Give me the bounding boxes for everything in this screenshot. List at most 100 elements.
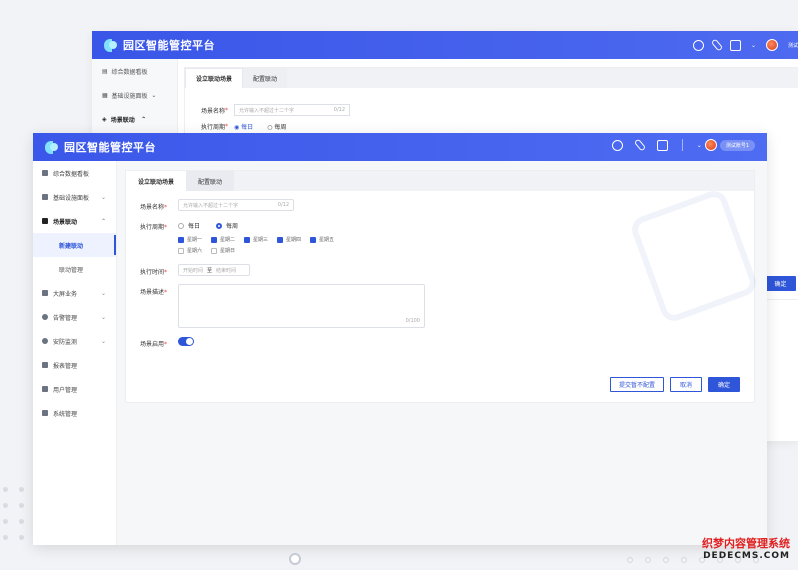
checkbox-thursday[interactable]: 星期四 <box>277 236 310 243</box>
back-radio-weekly[interactable]: ○ 每周 <box>267 122 286 131</box>
sidebar-item-alarm[interactable]: 告警管理 ⌄ <box>33 305 116 329</box>
checkbox-wednesday[interactable]: 星期三 <box>244 236 277 243</box>
row-weekdays: 星期一 星期二 星期三 星期四 星期五 星期六 星期日 <box>140 236 740 254</box>
sidebar-item-reports[interactable]: 报表管理 <box>33 353 116 377</box>
scene-name-input[interactable]: 允许输入不超过十二个字 0/12 <box>178 199 294 211</box>
label-desc: 场景描述* <box>140 289 168 296</box>
back-nav-item-dashboard[interactable]: ▤ 综合数据看板 <box>92 59 177 83</box>
sidebar-item-linkage-manage[interactable]: 联动管理 <box>33 257 116 281</box>
chevron-down-icon: ⌄ <box>100 289 106 297</box>
row-scene-name: 场景名称* 允许输入不超过十二个字 0/12 <box>140 199 740 211</box>
row-enable: 场景启用* <box>140 336 740 348</box>
form-actions: 提交暂不配置 取消 确定 <box>610 377 740 392</box>
save-draft-button[interactable]: 提交暂不配置 <box>610 377 664 392</box>
app-title: 园区智能管控平台 <box>64 141 156 154</box>
report-icon <box>42 362 48 368</box>
tab-setup-scene[interactable]: 设立联动场景 <box>126 171 187 191</box>
weekday-checkboxes: 星期一 星期二 星期三 星期四 星期五 星期六 星期日 <box>178 236 343 254</box>
back-radio-daily[interactable]: ◉ 每日 <box>234 122 253 131</box>
checkbox-friday[interactable]: 星期五 <box>310 236 343 243</box>
dashboard-icon <box>42 170 48 176</box>
back-row-scene-name: 场景名称 * 允许输入不超过十二个字 0/12 <box>185 104 798 116</box>
chevron-down-icon: ⌄ <box>100 313 106 321</box>
back-user-name[interactable]: 测试 <box>788 42 798 49</box>
link-icon[interactable] <box>633 138 646 152</box>
user-name[interactable]: 测试账号1 <box>719 139 755 151</box>
back-tab-config[interactable]: 配置联动 <box>243 68 288 88</box>
cancel-button[interactable]: 取消 <box>670 377 702 392</box>
back-tab-setup[interactable]: 设立联动场景 <box>185 68 244 88</box>
back-logo-icon <box>104 38 117 52</box>
avatar[interactable] <box>704 139 717 151</box>
sidebar-item-system[interactable]: 系统管理 <box>33 401 116 425</box>
toolbar-divider <box>681 139 683 151</box>
back-label-period: 执行周期 <box>201 124 226 131</box>
back-message-icon[interactable] <box>692 39 704 51</box>
main-window: 园区智能管控平台 ⌄ 测试账号1 综合数据看板 基础设施面板 ⌄ 场景联动 ⌃ 新建… <box>33 133 767 545</box>
watermark-en: DEDECMS.COM <box>703 551 790 561</box>
system-icon <box>42 410 48 416</box>
radio-daily[interactable]: 每日 <box>178 221 200 230</box>
scene-name-placeholder: 允许输入不超过十二个字 <box>183 202 239 209</box>
checkbox-sunday[interactable]: 星期日 <box>211 247 244 254</box>
label-period: 执行周期* <box>140 224 168 231</box>
checkbox-monday[interactable]: 星期一 <box>178 236 211 243</box>
back-avatar[interactable] <box>765 39 778 51</box>
enable-toggle[interactable] <box>178 337 194 346</box>
back-app-title: 园区智能管控平台 <box>123 39 215 52</box>
sidebar: 综合数据看板 基础设施面板 ⌄ 场景联动 ⌃ 新建联动 联动管理 大屏业务 ⌄ 告警管… <box>33 161 117 545</box>
end-time[interactable]: 结束时间 <box>216 267 236 274</box>
toolbar: ⌄ 测试账号1 <box>611 138 755 152</box>
back-screen-icon[interactable] <box>729 39 741 51</box>
user-menu[interactable]: ⌄ 测试账号1 <box>697 139 755 151</box>
site-watermark: 织梦内容管理系统 DEDECMS.COM <box>702 538 790 562</box>
label-time: 执行时间* <box>140 269 168 276</box>
label-scene-name: 场景名称* <box>140 204 168 211</box>
alarm-icon <box>42 314 48 320</box>
start-time[interactable]: 开始时间 <box>183 267 203 274</box>
row-desc: 场景描述* 0/100 <box>140 284 740 328</box>
sidebar-item-bigscreen[interactable]: 大屏业务 ⌄ <box>33 281 116 305</box>
back-scene-name-input[interactable]: 允许输入不超过十二个字 0/12 <box>234 104 351 116</box>
user-icon <box>42 386 48 392</box>
message-icon[interactable] <box>611 139 623 151</box>
scene-name-count: 0/12 <box>277 202 289 208</box>
tab-config-linkage[interactable]: 配置联动 <box>186 171 235 191</box>
radio-weekly-circle[interactable] <box>216 222 223 229</box>
row-period: 执行周期* 每日 每周 <box>140 219 740 231</box>
back-nav-item-linkage[interactable]: ◈ 场景联动 ⌃ <box>92 107 177 131</box>
main-panel: 设立联动场景 配置联动 场景名称* 允许输入不超过十二个字 0/12 执行周期*… <box>125 170 760 403</box>
infrastructure-icon <box>42 194 48 200</box>
back-toolbar: ⌄ 测试 <box>692 38 798 52</box>
label-enable: 场景启用* <box>140 341 168 348</box>
radio-weekly[interactable]: 每周 <box>216 221 238 230</box>
confirm-button[interactable]: 确定 <box>708 377 740 392</box>
bigscreen-icon <box>42 290 48 296</box>
screen-icon[interactable] <box>656 139 668 151</box>
security-icon <box>42 338 48 344</box>
sidebar-item-infrastructure[interactable]: 基础设施面板 ⌄ <box>33 185 116 209</box>
chevron-up-icon: ⌃ <box>100 217 106 225</box>
carousel-handle[interactable] <box>289 553 301 565</box>
checkbox-tuesday[interactable]: 星期二 <box>211 236 244 243</box>
back-chevron-down-icon[interactable]: ⌄ <box>751 42 756 49</box>
back-row-period: 执行周期 * ◉ 每日 ○ 每周 <box>201 122 287 131</box>
chevron-down-icon[interactable]: ⌄ <box>697 142 702 149</box>
back-link-icon[interactable] <box>710 38 724 52</box>
sidebar-item-new-linkage[interactable]: 新建联动 <box>33 233 116 257</box>
sidebar-item-scene-linkage[interactable]: 场景联动 ⌃ <box>33 209 116 233</box>
sidebar-item-users[interactable]: 用户管理 <box>33 377 116 401</box>
back-confirm-button[interactable]: 确定 <box>765 276 796 291</box>
scene-form: 场景名称* 允许输入不超过十二个字 0/12 执行周期* 每日 每周 星期一 星… <box>140 199 740 356</box>
back-tabs: 设立联动场景 配置联动 <box>185 68 798 88</box>
row-time: 执行时间* 开始时间 至 结束时间 <box>140 264 740 276</box>
desc-count: 0/100 <box>405 318 420 324</box>
sidebar-item-security[interactable]: 安防监测 ⌄ <box>33 329 116 353</box>
time-range-picker[interactable]: 开始时间 至 结束时间 <box>178 264 250 276</box>
radio-daily-circle[interactable] <box>178 222 184 229</box>
back-nav-item-infra[interactable]: ▦ 基础设施面板 ⌄ <box>92 83 177 107</box>
scene-desc-textarea[interactable]: 0/100 <box>178 284 425 328</box>
range-separator: 至 <box>207 267 213 274</box>
checkbox-saturday[interactable]: 星期六 <box>178 247 211 254</box>
sidebar-item-dashboard[interactable]: 综合数据看板 <box>33 161 116 185</box>
